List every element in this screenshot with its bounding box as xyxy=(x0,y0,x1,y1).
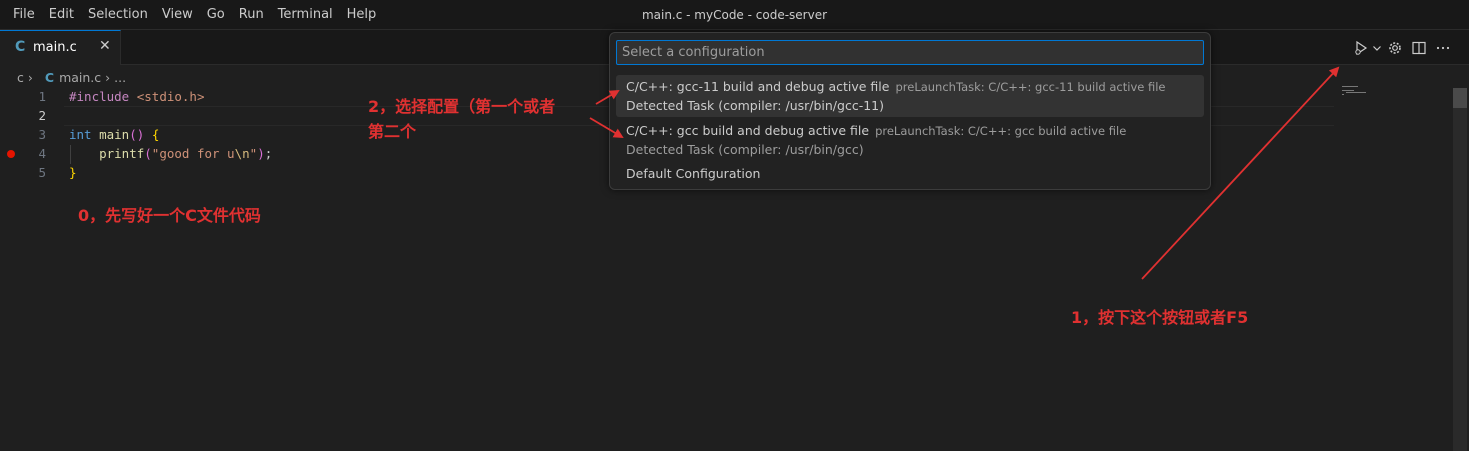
window-title: main.c - myCode - code-server xyxy=(641,8,828,22)
quick-pick-item-detail: Detected Task (compiler: /usr/bin/gcc-11… xyxy=(626,98,884,113)
split-editor-icon[interactable] xyxy=(1407,38,1431,58)
editor-actions xyxy=(1351,38,1455,58)
vertical-scrollbar-track[interactable] xyxy=(1453,88,1467,451)
line-number: 5 xyxy=(38,165,46,180)
c-file-icon: C xyxy=(15,39,26,55)
c-file-icon: C xyxy=(44,69,55,85)
quick-pick-item-gcc[interactable]: C/C++: gcc build and debug active file pr… xyxy=(616,119,1204,161)
quick-pick-item-detail: Detected Task (compiler: /usr/bin/gcc) xyxy=(626,142,864,157)
vertical-scrollbar-thumb[interactable] xyxy=(1453,88,1467,108)
code-line-1[interactable]: #include <stdio.h> xyxy=(69,87,204,106)
breadcrumb: c › C main.c › ... xyxy=(17,68,126,86)
annotation-step-2-line-2: 第二个 xyxy=(368,122,417,141)
breadcrumb-file[interactable]: main.c xyxy=(59,70,101,85)
quick-pick-item-label: C/C++: gcc build and debug active file xyxy=(626,123,870,138)
token-string: "good for u xyxy=(151,146,235,161)
chevron-down-icon[interactable] xyxy=(1371,38,1383,58)
tab-main-c[interactable]: C main.c ✕ xyxy=(0,30,121,65)
code-line-5[interactable]: } xyxy=(69,163,77,182)
code-line-4[interactable]: printf("good for u\n"); xyxy=(69,144,272,163)
quick-pick-item-description: preLaunchTask: C/C++: gcc build active f… xyxy=(875,124,1127,138)
token-directive: #include xyxy=(69,89,130,104)
breadcrumb-symbol[interactable]: ... xyxy=(114,70,126,85)
quick-pick-item-default[interactable]: Default Configuration xyxy=(616,164,1204,186)
minimap[interactable] xyxy=(1342,86,1372,96)
line-number: 2 xyxy=(38,108,46,123)
quick-pick-item-gcc11[interactable]: C/C++: gcc-11 build and debug active fil… xyxy=(616,75,1204,117)
token-function: main xyxy=(99,127,130,142)
menubar: File Edit Selection View Go Run Terminal… xyxy=(0,0,1469,30)
token-brace: } xyxy=(69,165,77,180)
configuration-quick-pick: C/C++: gcc-11 build and debug active fil… xyxy=(609,32,1211,190)
run-debug-icon[interactable] xyxy=(1351,38,1371,58)
quick-pick-item-label: C/C++: gcc-11 build and debug active fil… xyxy=(626,79,890,94)
token-escape: \n xyxy=(234,146,250,161)
annotation-step-2-line-1: 2，选择配置（第一个或者 xyxy=(368,97,556,116)
close-icon[interactable]: ✕ xyxy=(99,38,111,54)
tab-label: main.c xyxy=(33,40,77,55)
token-brace: { xyxy=(151,127,160,142)
annotation-step-0: 0，先写好一个C文件代码 xyxy=(78,206,261,225)
line-number: 1 xyxy=(38,89,46,104)
line-number: 3 xyxy=(38,127,46,142)
token-parens: () xyxy=(129,127,145,142)
configuration-search-input[interactable] xyxy=(616,40,1204,65)
token-paren: ( xyxy=(144,146,152,161)
chevron-right-icon: › xyxy=(27,69,33,85)
chevron-right-icon: › xyxy=(105,69,111,85)
breadcrumb-folder[interactable]: c xyxy=(17,70,24,85)
token-type: int xyxy=(69,127,92,142)
quick-pick-item-label: Default Configuration xyxy=(626,166,761,181)
token-header: <stdio.h> xyxy=(136,89,205,104)
code-line-3[interactable]: int main() { xyxy=(69,125,159,144)
token-semicolon: ; xyxy=(264,146,273,161)
token-function: printf xyxy=(99,146,145,161)
annotation-step-1: 1，按下这个按钮或者F5 xyxy=(1071,308,1249,327)
line-number: 4 xyxy=(38,146,46,161)
gear-icon[interactable] xyxy=(1383,38,1407,58)
quick-pick-item-description: preLaunchTask: C/C++: gcc-11 build activ… xyxy=(895,80,1166,94)
more-actions-icon[interactable] xyxy=(1431,38,1455,58)
token-paren: ) xyxy=(257,146,265,161)
